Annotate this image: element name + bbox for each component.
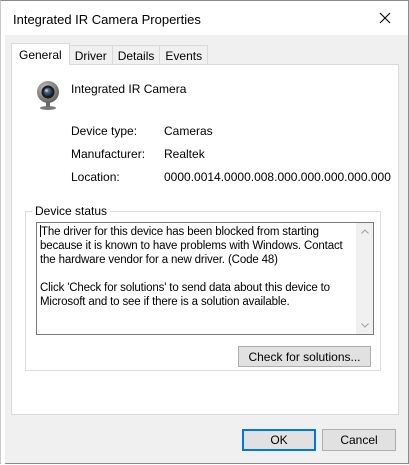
title-bar: Integrated IR Camera Properties — [1, 1, 408, 35]
webcam-icon — [37, 81, 59, 110]
location-label: Location: — [71, 170, 120, 184]
chevron-up-icon — [360, 229, 369, 234]
tab-general[interactable]: General — [11, 43, 70, 65]
manufacturer-value: Realtek — [164, 147, 205, 161]
device-status-group: Device status The driver for this device… — [25, 205, 381, 371]
location-value: 0000.0014.0000.008.000.000.000.000.000 — [164, 170, 391, 184]
device-name: Integrated IR Camera — [71, 82, 187, 96]
ok-button[interactable]: OK — [242, 429, 316, 451]
status-paragraph-1: The driver for this device has been bloc… — [40, 225, 351, 267]
properties-dialog: Integrated IR Camera Properties General … — [0, 0, 409, 465]
check-for-solutions-button[interactable]: Check for solutions... — [238, 346, 371, 367]
general-tab-panel: Integrated IR Camera Device type: Camera… — [11, 64, 399, 415]
status-text-2: Click 'Check for solutions' to send data… — [40, 282, 330, 308]
close-icon — [379, 12, 391, 24]
status-scrollbar[interactable] — [356, 223, 373, 334]
device-status-textbox[interactable]: The driver for this device has been bloc… — [36, 222, 374, 335]
device-type-label: Device type: — [71, 124, 138, 138]
close-button[interactable] — [362, 1, 408, 35]
chevron-down-icon — [360, 323, 369, 328]
tab-driver[interactable]: Driver — [68, 45, 113, 65]
window-left-edge — [1, 35, 5, 465]
cancel-button[interactable]: Cancel — [322, 429, 396, 451]
device-type-value: Cameras — [164, 124, 213, 138]
status-text-1: The driver for this device has been bloc… — [40, 226, 343, 266]
device-status-legend: Device status — [32, 205, 111, 218]
window-title: Integrated IR Camera Properties — [13, 12, 201, 27]
tab-details[interactable]: Details — [111, 45, 161, 65]
manufacturer-label: Manufacturer: — [71, 147, 146, 161]
scroll-up-button[interactable] — [356, 223, 373, 240]
tab-events[interactable]: Events — [159, 45, 209, 65]
scroll-down-button[interactable] — [356, 317, 373, 334]
tab-strip: General Driver Details Events — [11, 43, 209, 65]
